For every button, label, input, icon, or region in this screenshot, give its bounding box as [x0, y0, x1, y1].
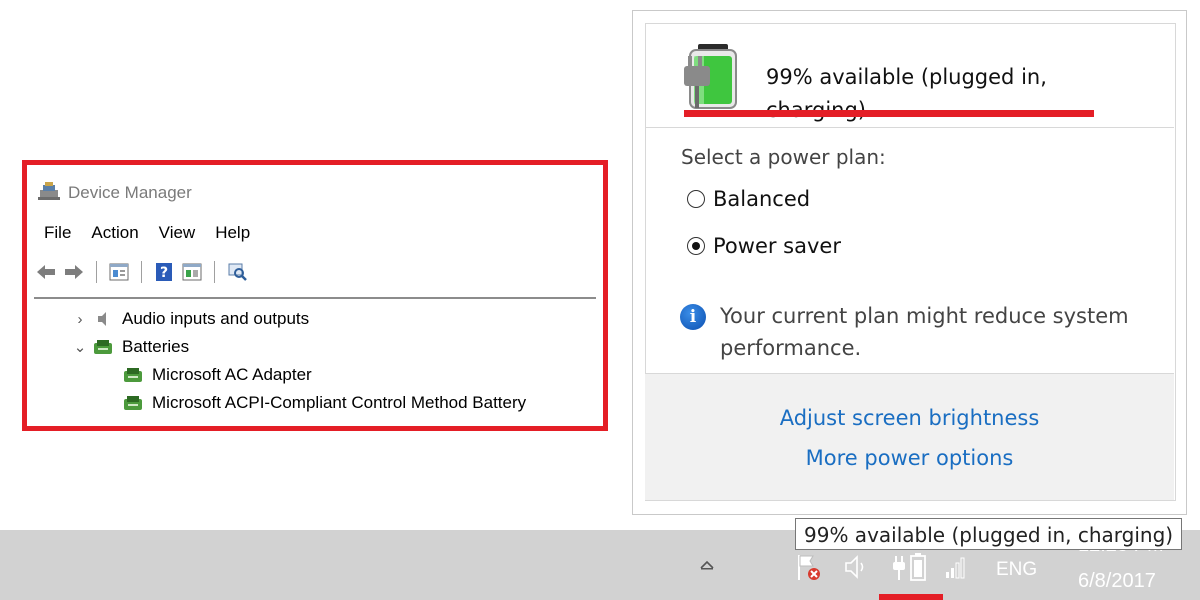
svg-text:?: ? — [160, 265, 168, 281]
radio-selected-dot — [692, 242, 700, 250]
battery-charging-icon — [684, 40, 742, 116]
tree-item-batteries[interactable]: ⌄ Batteries — [70, 333, 526, 361]
power-plan-info: i Your current plan might reduce system … — [680, 300, 1150, 364]
properties-window-icon[interactable] — [107, 261, 131, 283]
menu-help[interactable]: Help — [205, 223, 260, 245]
battery-device-icon — [120, 393, 146, 413]
toolbar-divider — [34, 297, 596, 299]
battery-plug-icon[interactable] — [880, 550, 940, 584]
battery-status-highlight-underline — [684, 110, 1094, 117]
tree-item-acpi-battery[interactable]: Microsoft ACPI-Compliant Control Method … — [70, 389, 526, 417]
flag-error-icon[interactable] — [793, 550, 825, 584]
speaker-icon[interactable] — [840, 550, 872, 584]
chevron-right-icon[interactable]: › — [70, 311, 90, 328]
power-plan-balanced[interactable]: Balanced — [687, 187, 810, 211]
back-arrow-icon[interactable] — [34, 261, 58, 283]
tree-label: Microsoft AC Adapter — [152, 365, 312, 384]
signal-icon[interactable] — [940, 550, 972, 584]
tree-item-audio[interactable]: › Audio inputs and outputs — [70, 305, 526, 333]
scan-hardware-icon[interactable] — [225, 261, 249, 283]
language-indicator[interactable]: ENG — [996, 559, 1037, 581]
toolbar-separator — [96, 261, 97, 283]
power-plan-heading: Select a power plan: — [681, 145, 886, 169]
tree-label: Batteries — [122, 337, 190, 356]
menu-action[interactable]: Action — [81, 223, 148, 245]
flyout-links-area: Adjust screen brightness More power opti… — [645, 373, 1174, 500]
help-icon[interactable]: ? — [152, 261, 176, 283]
device-manager-window: Device Manager File Action View Help ? ›… — [34, 173, 596, 425]
chevron-down-icon[interactable]: ⌄ — [70, 338, 90, 356]
clock-date[interactable]: 6/8/2017 — [1078, 570, 1156, 593]
more-power-options-link[interactable]: More power options — [645, 446, 1174, 470]
battery-tray-highlight-underline — [879, 594, 943, 600]
radio-balanced[interactable] — [687, 190, 705, 208]
menu-file[interactable]: File — [34, 223, 81, 245]
window-title: Device Manager — [68, 183, 192, 202]
menu-view[interactable]: View — [149, 223, 206, 245]
toolbar-separator — [141, 261, 142, 283]
info-text: Your current plan might reduce system pe… — [720, 304, 1129, 360]
device-manager-icon — [38, 181, 60, 206]
battery-device-icon — [120, 365, 146, 385]
info-icon: i — [680, 304, 706, 330]
battery-status-text: 99% available (plugged in, charging) — [766, 61, 1096, 127]
speaker-icon — [90, 311, 116, 327]
plan-label-power-saver: Power saver — [713, 234, 841, 258]
battery-device-icon — [90, 337, 116, 357]
device-manager-titlebar: Device Manager — [38, 181, 192, 206]
menu-bar: File Action View Help — [34, 223, 260, 245]
tree-label: Microsoft ACPI-Compliant Control Method … — [152, 393, 527, 412]
view-window-icon[interactable] — [180, 261, 204, 283]
tree-label: Audio inputs and outputs — [122, 309, 310, 328]
flyout-divider — [645, 127, 1174, 128]
plan-label-balanced: Balanced — [713, 187, 811, 211]
toolbar: ? — [34, 259, 596, 285]
battery-status-line-1: 99% available (plugged in, — [766, 65, 1047, 89]
chevron-up-icon[interactable] — [700, 558, 714, 574]
device-tree: › Audio inputs and outputs ⌄ Batteries M… — [70, 305, 526, 417]
adjust-brightness-link[interactable]: Adjust screen brightness — [645, 406, 1174, 430]
toolbar-separator — [214, 261, 215, 283]
forward-arrow-icon[interactable] — [62, 261, 86, 283]
tree-item-ac-adapter[interactable]: Microsoft AC Adapter — [70, 361, 526, 389]
battery-tooltip: 99% available (plugged in, charging) — [795, 518, 1183, 550]
radio-power-saver[interactable] — [687, 237, 705, 255]
power-plan-power-saver[interactable]: Power saver — [687, 234, 841, 258]
